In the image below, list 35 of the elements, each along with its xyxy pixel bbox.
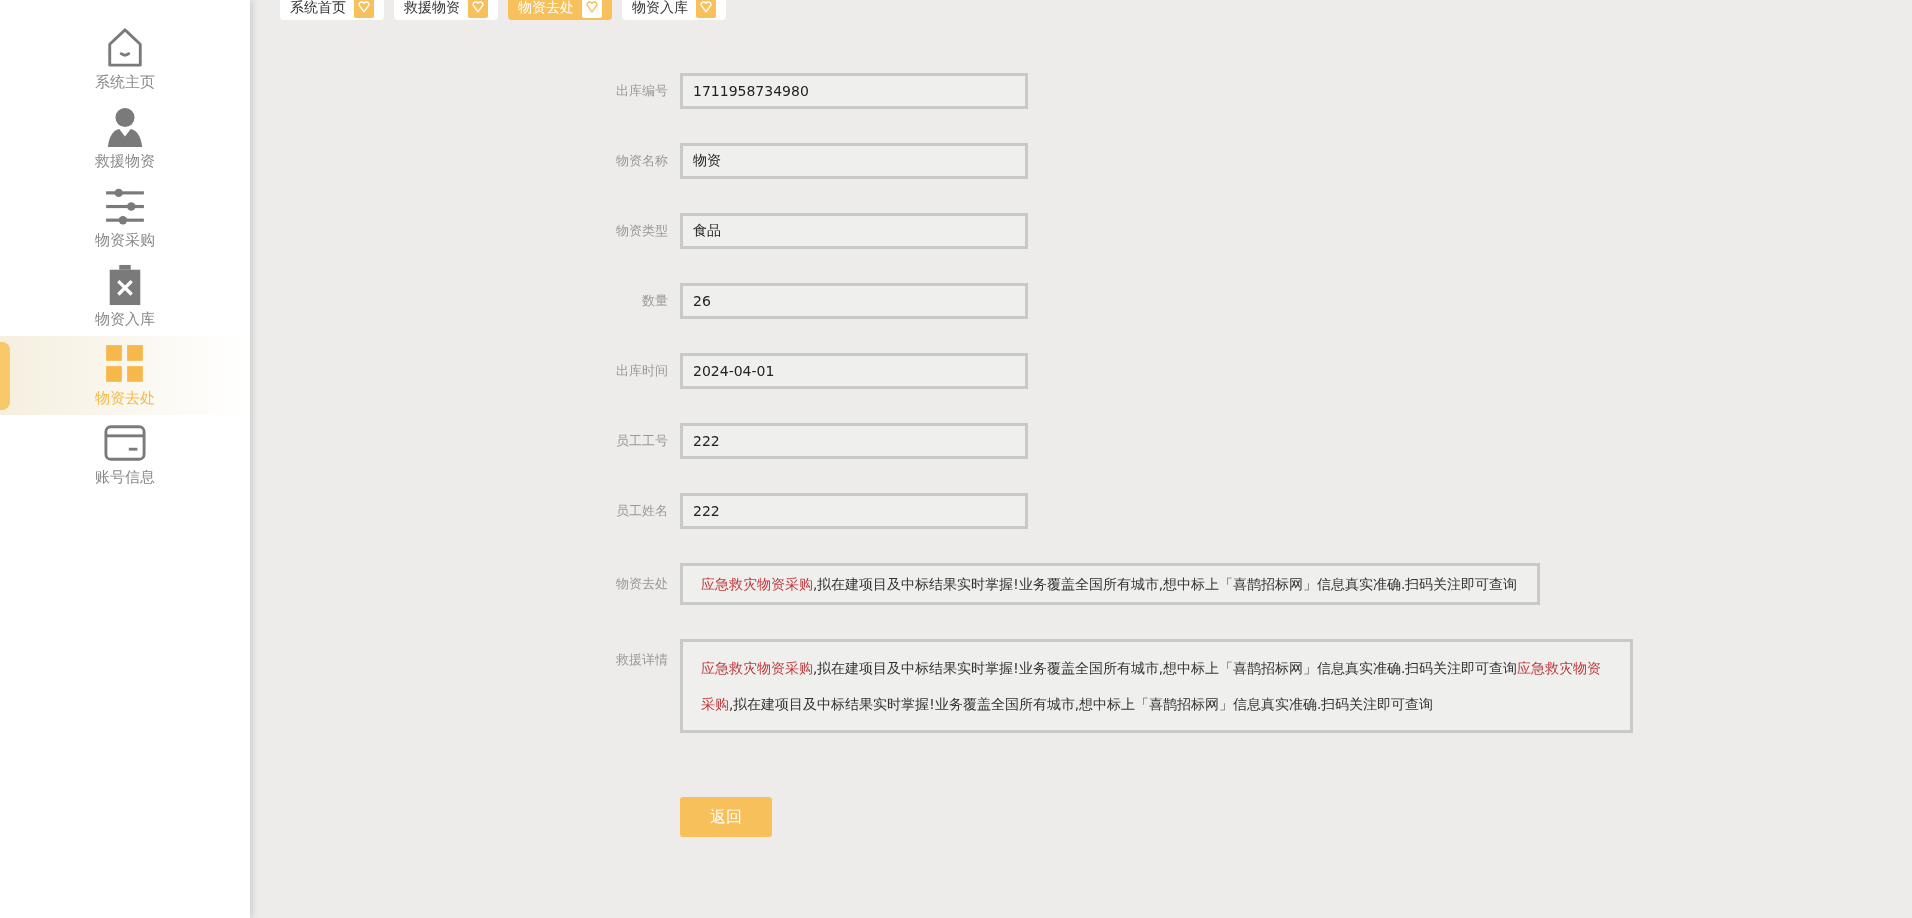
field-label: 出库时间	[615, 362, 668, 380]
input-field[interactable]: 1711958734980	[680, 73, 1028, 109]
grid-icon	[104, 343, 146, 385]
field-label: 物资去处	[615, 575, 668, 593]
field-label: 员工工号	[615, 432, 668, 450]
field-label: 物资名称	[615, 152, 668, 170]
sidebar-item[interactable]: 系统主页	[0, 20, 250, 99]
tab[interactable]: 救援物资	[394, 0, 498, 20]
input-field[interactable]: 食品	[680, 213, 1028, 249]
sidebar-item[interactable]: 物资采购	[0, 178, 250, 257]
heart-icon	[354, 0, 374, 18]
input-field[interactable]: 222	[680, 493, 1028, 529]
input-field[interactable]: 222	[680, 423, 1028, 459]
card-icon	[104, 422, 146, 464]
field-label: 出库编号	[615, 82, 668, 100]
sidebar-item[interactable]: 物资入库	[0, 257, 250, 336]
heart-icon	[696, 0, 716, 18]
sidebar-item[interactable]: 账号信息	[0, 415, 250, 494]
paragraph: 应急救灾物资采购,拟在建项目及中标结果实时掌握!业务覆盖全国所有城市,想中标上「喜鹊招标网」信息真实准确.扫码关注即可查询应急救灾物资采购,拟在建项目及中标结果实时掌握!业务覆盖全国所有城市,想中标上「喜鹊招标网」信息真实准确.扫码关注即可查询	[701, 659, 1603, 714]
field-label: 员工姓名	[615, 502, 668, 520]
field-label: 物资类型	[615, 222, 668, 240]
input-field[interactable]: 2024-04-01	[680, 353, 1028, 389]
heart-icon	[468, 0, 488, 18]
input-field[interactable]: 物资	[680, 143, 1028, 179]
text-area[interactable]: 应急救灾物资采购,拟在建项目及中标结果实时掌握!业务覆盖全国所有城市,想中标上「喜鹊招标网」信息真实准确.扫码关注即可查询应急救灾物资采购,拟在建项目及中标结果实时掌握!业务覆盖全国所有城市,想中标上「喜鹊招标网」信息真实准确.扫码关注即可查询	[680, 639, 1633, 733]
tab[interactable]: 物资入库	[622, 0, 726, 20]
field-label: 救援详情	[615, 651, 668, 669]
tab[interactable]: 系统首页	[280, 0, 384, 20]
paragraph: 应急救灾物资采购,拟在建项目及中标结果实时掌握!业务覆盖全国所有城市,想中标上「喜鹊招标网」信息真实准确.扫码关注即可查询	[701, 575, 1519, 594]
sidebar-item[interactable]: 救援物资	[0, 99, 250, 178]
input-field[interactable]: 26	[680, 283, 1028, 319]
active-marker	[0, 342, 10, 410]
text-area[interactable]: 应急救灾物资采购,拟在建项目及中标结果实时掌握!业务覆盖全国所有城市,想中标上「喜鹊招标网」信息真实准确.扫码关注即可查询	[680, 563, 1540, 605]
field-label: 数量	[641, 292, 668, 310]
heart-icon	[582, 0, 602, 18]
